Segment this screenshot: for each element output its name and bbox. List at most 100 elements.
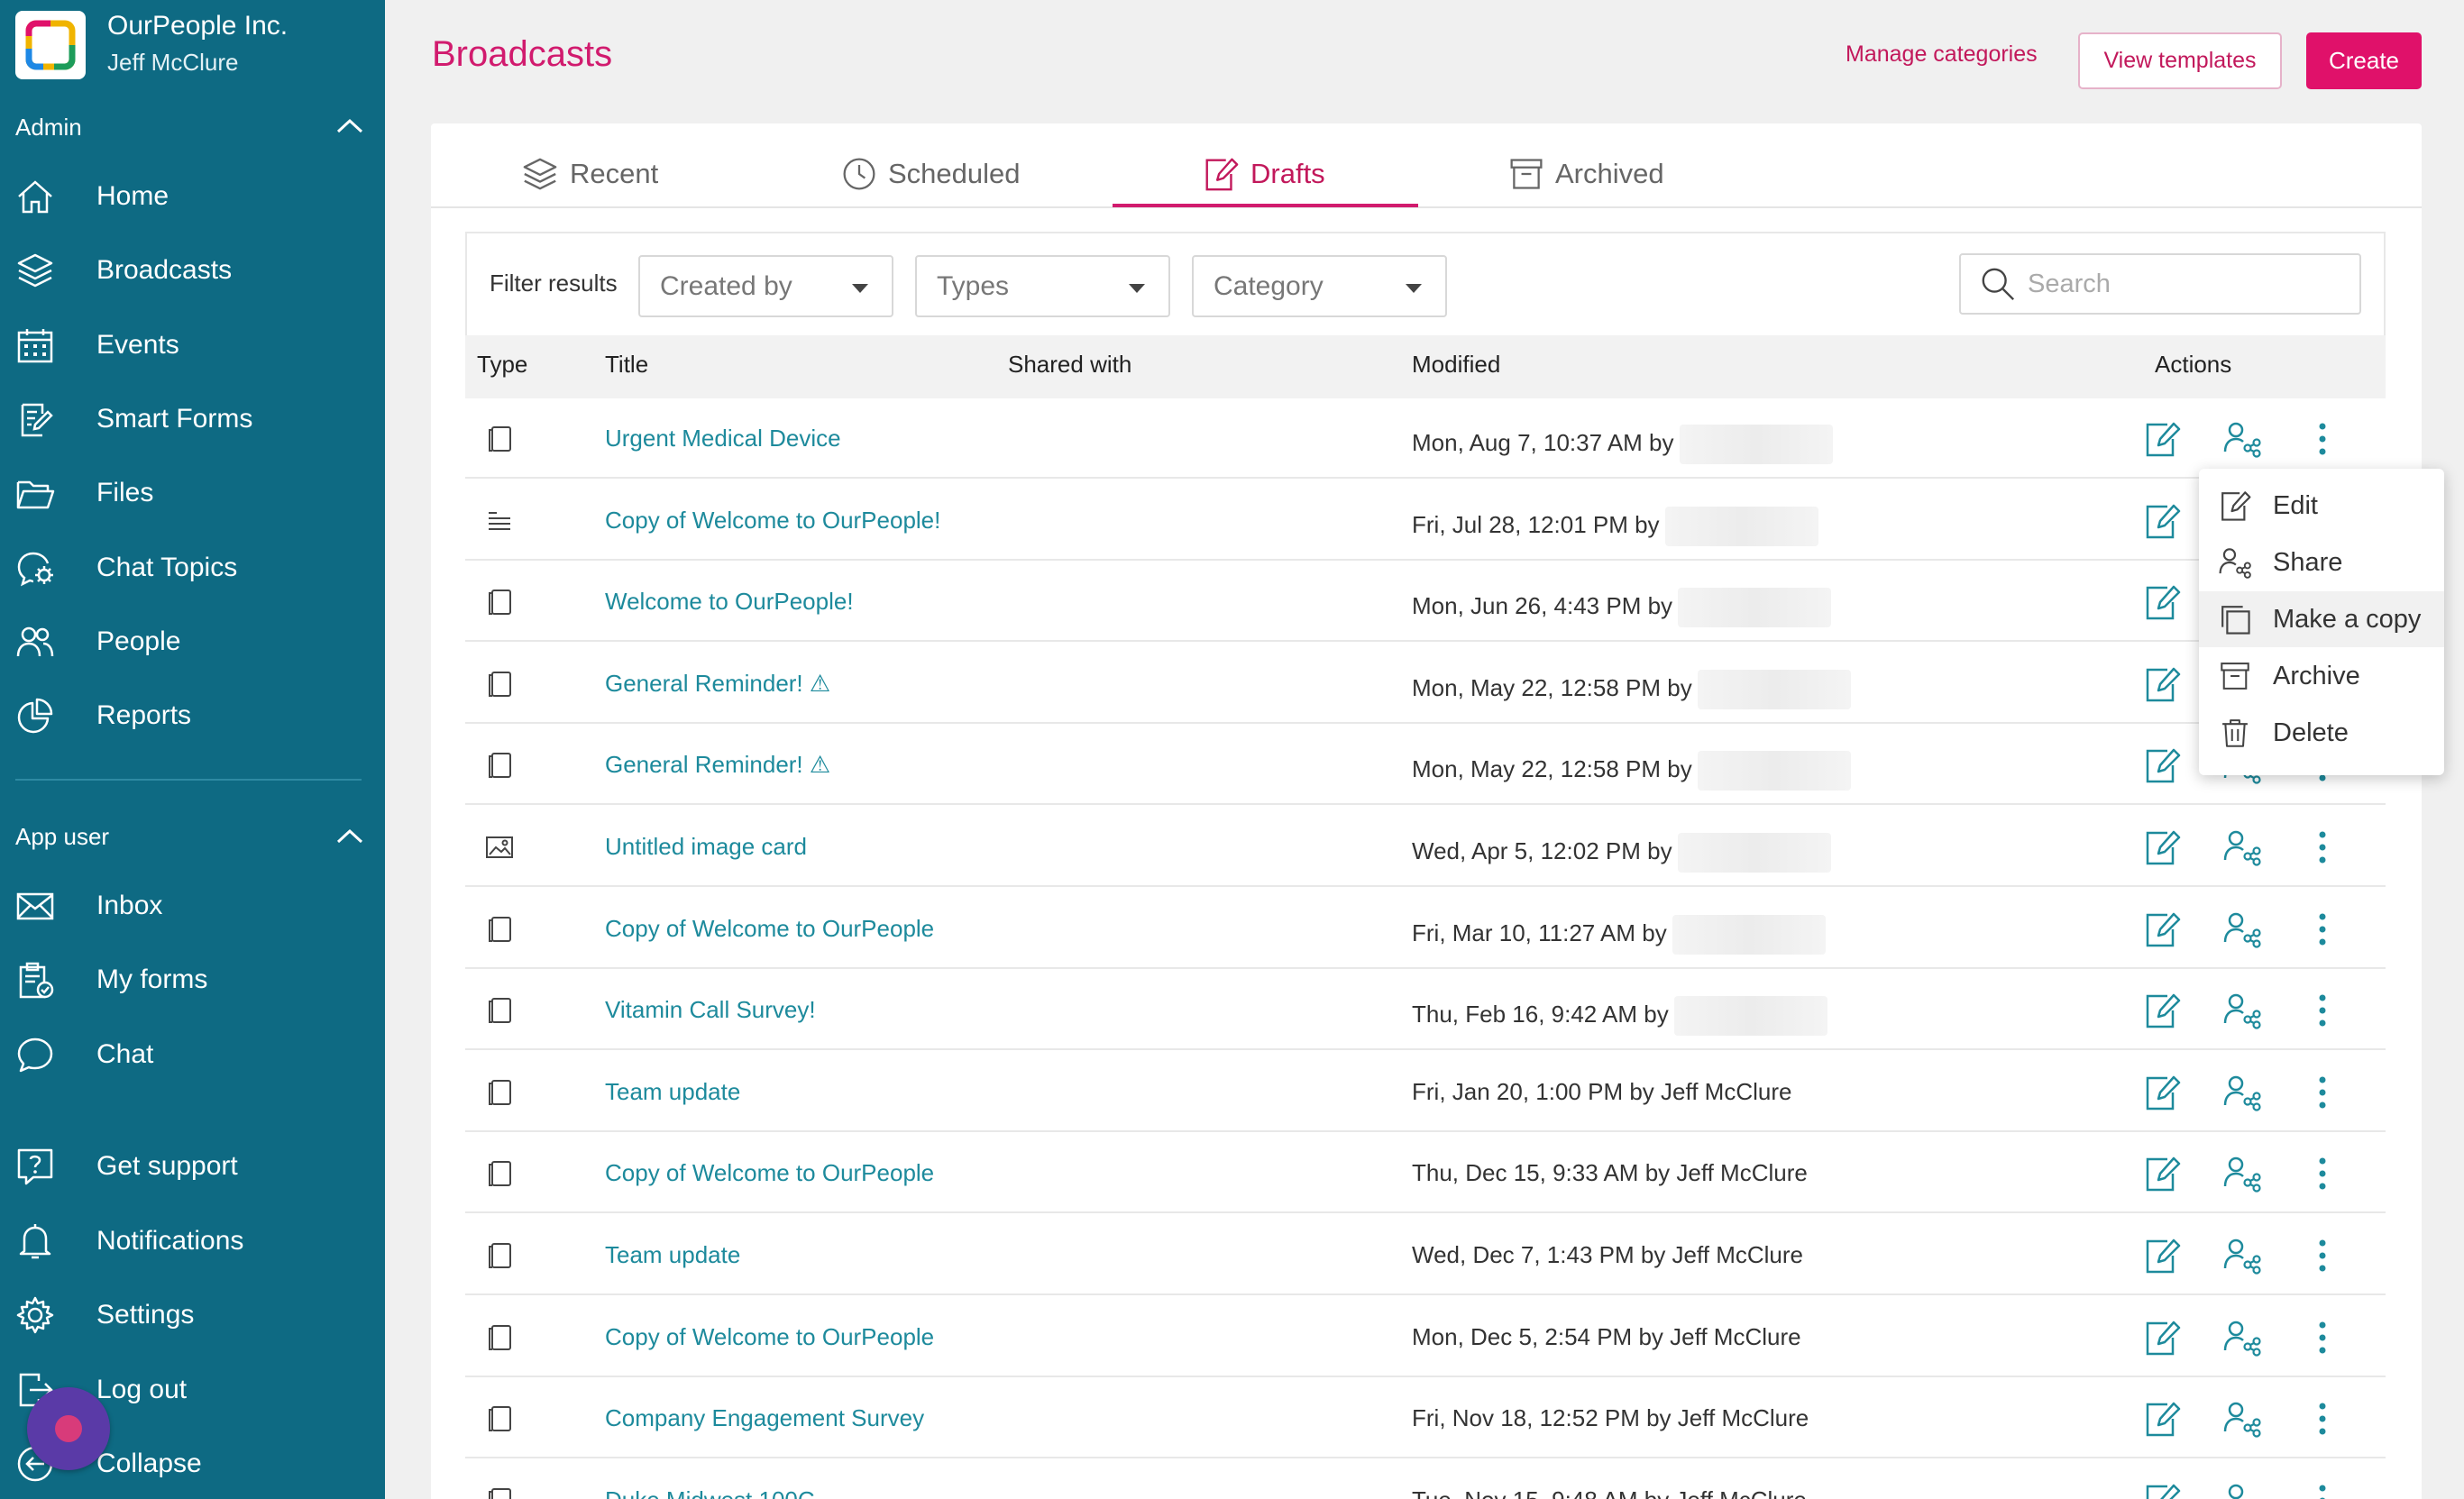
row-title-link[interactable]: Copy of Welcome to OurPeople: [605, 1159, 934, 1187]
table-row[interactable]: Vitamin Call Survey! Thu, Feb 16, 9:42 AM…: [465, 969, 2386, 1050]
menu-item-edit[interactable]: Edit: [2199, 478, 2444, 534]
edit-icon[interactable]: [2140, 1071, 2184, 1114]
sidebar-item-chat[interactable]: Chat: [0, 1026, 385, 1083]
more-vertical-icon[interactable]: [2301, 1234, 2344, 1277]
sidebar-item-files[interactable]: Files: [0, 464, 385, 522]
menu-item-make-a-copy[interactable]: Make a copy: [2199, 591, 2444, 647]
table-row[interactable]: Copy of Welcome to OurPeople! Fri, Jul 28…: [465, 480, 2386, 561]
edit-icon[interactable]: [2140, 1316, 2184, 1359]
create-button[interactable]: Create: [2306, 32, 2422, 89]
row-title-link[interactable]: Copy of Welcome to OurPeople: [605, 915, 934, 943]
table-row[interactable]: General Reminder! ⚠ Mon, May 22, 12:58 PM…: [465, 724, 2386, 805]
sidebar-item-notifications[interactable]: Notifications: [0, 1212, 385, 1270]
section-admin[interactable]: Admin: [15, 114, 82, 142]
sidebar-item-people[interactable]: People: [0, 613, 385, 671]
edit-icon[interactable]: [2140, 1152, 2184, 1195]
more-vertical-icon[interactable]: [2301, 1152, 2344, 1195]
edit-icon[interactable]: [2140, 1397, 2184, 1440]
tab-drafts[interactable]: Drafts: [1202, 142, 1325, 206]
row-title-link[interactable]: Vitamin Call Survey!: [605, 996, 816, 1024]
search-box[interactable]: [1959, 253, 2361, 315]
table-row[interactable]: Team update Fri, Jan 20, 1:00 PM by Jeff …: [465, 1051, 2386, 1132]
sidebar-item-events[interactable]: Events: [0, 316, 385, 374]
share-icon[interactable]: [2221, 1479, 2264, 1499]
tab-scheduled[interactable]: Scheduled: [841, 142, 1021, 206]
table-row[interactable]: Urgent Medical Device Mon, Aug 7, 10:37 A…: [465, 398, 2386, 479]
more-vertical-icon[interactable]: [2301, 826, 2344, 869]
edit-icon[interactable]: [2140, 744, 2184, 787]
more-vertical-icon[interactable]: [2301, 1316, 2344, 1359]
card-icon: [483, 668, 516, 700]
row-title-link[interactable]: Copy of Welcome to OurPeople: [605, 1323, 934, 1351]
row-title-link[interactable]: General Reminder! ⚠: [605, 670, 830, 698]
tab-recent[interactable]: Recent: [521, 142, 658, 206]
edit-icon[interactable]: [2140, 499, 2184, 543]
edit-icon[interactable]: [2140, 663, 2184, 706]
row-title-link[interactable]: General Reminder! ⚠: [605, 751, 830, 779]
chevron-up-icon[interactable]: [335, 827, 364, 845]
sidebar-item-inbox[interactable]: Inbox: [0, 877, 385, 935]
view-templates-button[interactable]: View templates: [2078, 32, 2282, 89]
share-icon[interactable]: [2221, 1397, 2264, 1440]
table-row[interactable]: Duke Midwest 100C Tue, Nov 15, 9:48 AM by…: [465, 1459, 2386, 1499]
edit-icon[interactable]: [2140, 417, 2184, 461]
category-select[interactable]: Category: [1192, 255, 1447, 317]
sidebar-item-settings[interactable]: Settings: [0, 1286, 385, 1344]
edit-icon[interactable]: [2140, 1234, 2184, 1277]
manage-categories-link[interactable]: Manage categories: [1846, 41, 2038, 68]
edit-icon[interactable]: [2140, 1479, 2184, 1499]
share-icon[interactable]: [2221, 908, 2264, 951]
sidebar-item-home[interactable]: Home: [0, 168, 385, 225]
table-row[interactable]: General Reminder! ⚠ Mon, May 22, 12:58 PM…: [465, 643, 2386, 724]
share-icon[interactable]: [2221, 1316, 2264, 1359]
table-row[interactable]: Welcome to OurPeople! Mon, Jun 26, 4:43 P…: [465, 561, 2386, 642]
sidebar-item-chat-topics[interactable]: Chat Topics: [0, 539, 385, 597]
sidebar-item-smart-forms[interactable]: Smart Forms: [0, 390, 385, 448]
table-row[interactable]: Company Engagement Survey Fri, Nov 18, 12…: [465, 1377, 2386, 1458]
sidebar-item-reports[interactable]: Reports: [0, 687, 385, 745]
row-title-link[interactable]: Duke Midwest 100C: [605, 1486, 815, 1499]
row-title-link[interactable]: Welcome to OurPeople!: [605, 588, 854, 616]
chevron-up-icon[interactable]: [335, 117, 364, 135]
more-vertical-icon[interactable]: [2301, 989, 2344, 1032]
edit-icon[interactable]: [2140, 580, 2184, 624]
edit-icon[interactable]: [2140, 908, 2184, 951]
row-title-link[interactable]: Team update: [605, 1078, 740, 1106]
share-icon[interactable]: [2221, 417, 2264, 461]
more-vertical-icon[interactable]: [2301, 1397, 2344, 1440]
more-vertical-icon[interactable]: [2301, 1071, 2344, 1114]
share-icon[interactable]: [2221, 1234, 2264, 1277]
menu-item-delete[interactable]: Delete: [2199, 705, 2444, 761]
menu-item-share[interactable]: Share: [2199, 535, 2444, 590]
edit-icon[interactable]: [2140, 989, 2184, 1032]
table-row[interactable]: Copy of Welcome to OurPeople Mon, Dec 5, …: [465, 1296, 2386, 1377]
share-icon[interactable]: [2221, 989, 2264, 1032]
more-vertical-icon[interactable]: [2301, 417, 2344, 461]
menu-item-archive[interactable]: Archive: [2199, 648, 2444, 704]
table-row[interactable]: Team update Wed, Dec 7, 1:43 PM by Jeff M…: [465, 1214, 2386, 1295]
row-title-link[interactable]: Team update: [605, 1241, 740, 1269]
sidebar-item-get-support[interactable]: Get support: [0, 1138, 385, 1195]
row-title-link[interactable]: Urgent Medical Device: [605, 425, 841, 452]
sidebar-item-broadcasts[interactable]: Broadcasts: [0, 242, 385, 299]
row-title-link[interactable]: Copy of Welcome to OurPeople!: [605, 507, 940, 535]
edit-icon[interactable]: [2140, 826, 2184, 869]
table-row[interactable]: Copy of Welcome to OurPeople Fri, Mar 10,…: [465, 888, 2386, 969]
share-icon[interactable]: [2221, 1152, 2264, 1195]
types-select[interactable]: Types: [915, 255, 1170, 317]
share-icon[interactable]: [2221, 1071, 2264, 1114]
support-chat-launcher[interactable]: [27, 1387, 110, 1470]
row-title-link[interactable]: Untitled image card: [605, 833, 807, 861]
share-icon[interactable]: [2221, 826, 2264, 869]
created-by-select[interactable]: Created by: [638, 255, 893, 317]
section-app-user[interactable]: App user: [15, 823, 109, 851]
ourpeople-logo[interactable]: [15, 11, 86, 79]
table-row[interactable]: Untitled image card Wed, Apr 5, 12:02 PM …: [465, 806, 2386, 887]
row-title-link[interactable]: Company Engagement Survey: [605, 1404, 924, 1432]
search-input[interactable]: [2028, 269, 2334, 299]
more-vertical-icon[interactable]: [2301, 908, 2344, 951]
table-row[interactable]: Copy of Welcome to OurPeople Thu, Dec 15,…: [465, 1132, 2386, 1213]
tab-archived[interactable]: Archived: [1508, 142, 1664, 206]
more-vertical-icon[interactable]: [2301, 1479, 2344, 1499]
sidebar-item-my-forms[interactable]: My forms: [0, 951, 385, 1009]
